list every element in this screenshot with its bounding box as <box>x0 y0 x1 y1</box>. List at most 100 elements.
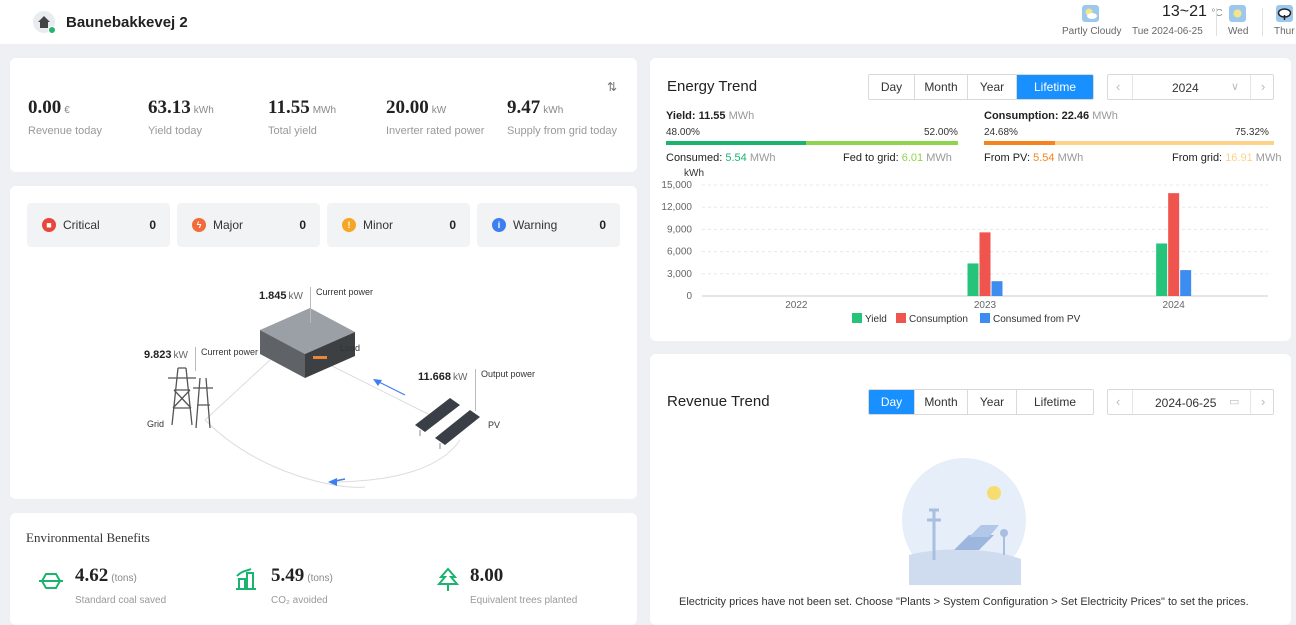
revenue-trend-tabs: Day Month Year Lifetime <box>868 389 1094 415</box>
energy-trend-tabs: Day Month Year Lifetime <box>868 74 1094 100</box>
kpi-total-yield: 11.55 MWh Total yield <box>268 97 337 137</box>
yield-consumed-bar <box>666 141 806 145</box>
co2-avoided-value: 5.49 (tons) <box>271 565 333 586</box>
weather-date: Tue 2024-06-25 <box>1132 26 1203 37</box>
sunny-icon <box>1229 5 1246 22</box>
fed-to-grid-value: Fed to grid: 6.01 MWh <box>843 152 952 164</box>
plant-name[interactable]: Baunebakkevej 2 <box>66 14 188 31</box>
kpi-inverter-rated-power: 20.00 kW Inverter rated power <box>386 97 485 137</box>
status-dot <box>48 26 56 34</box>
year-picker[interactable]: ‹ 2024 ∨ › <box>1107 74 1274 100</box>
coal-icon <box>39 573 63 589</box>
from-grid-value: From grid: 16.91 MWh <box>1172 152 1282 164</box>
no-price-message: Electricity prices have not been set. Ch… <box>679 596 1249 608</box>
warning-icon: i <box>492 218 506 232</box>
load-power-label: Current power <box>310 287 373 323</box>
y-tick-label: 0 <box>686 291 692 302</box>
yield-total: Yield: 11.55 MWh <box>666 110 755 122</box>
tab-day[interactable]: Day <box>869 390 915 414</box>
consumption-pct-left: 24.68% <box>984 127 1018 138</box>
pv-node-label: PV <box>488 420 501 430</box>
trees-planted-label: Equivalent trees planted <box>470 595 578 606</box>
date-picker[interactable]: ‹ 2024-06-25 ▭ › <box>1107 389 1274 415</box>
from-pv-value: From PV: 5.54 MWh <box>984 152 1084 164</box>
tab-day[interactable]: Day <box>869 75 915 99</box>
tab-lifetime[interactable]: Lifetime <box>1017 75 1093 99</box>
prev-icon[interactable]: ‹ <box>1116 79 1120 94</box>
y-tick-label: 12,000 <box>661 202 692 213</box>
yield-pct-right: 52.00% <box>924 127 958 138</box>
partly-cloudy-icon <box>1082 5 1099 22</box>
tab-month[interactable]: Month <box>915 75 968 99</box>
home-icon <box>33 11 56 34</box>
tab-year[interactable]: Year <box>968 390 1017 414</box>
top-bar: Baunebakkevej 2 Partly Cloudy 13~21 °C T… <box>0 0 1296 44</box>
legend-label: Yield <box>865 314 887 325</box>
energy-trend-chart: kWh15,000 12,000 9,000 6,000 3,000 0 2022 2023 2… <box>661 168 1268 325</box>
settings-sliders-icon[interactable]: ⇅ <box>607 80 617 94</box>
pv-power-label: Output power <box>475 369 535 411</box>
legend-label: Consumed from PV <box>993 314 1081 325</box>
environment-title: Environmental Benefits <box>26 530 150 545</box>
next-icon[interactable]: › <box>1261 394 1265 409</box>
legend-swatch <box>852 313 862 323</box>
bar-consumption <box>979 232 991 296</box>
weather-day-thur: Thur <box>1274 26 1295 37</box>
yield-pct-left: 48.00% <box>666 127 700 138</box>
grid-power-label: Current power <box>195 347 258 371</box>
chevron-down-icon: ∨ <box>1231 81 1240 93</box>
prev-icon[interactable]: ‹ <box>1116 394 1120 409</box>
y-axis-label: kWh <box>684 168 704 179</box>
rain-cloud-icon <box>1276 5 1293 22</box>
alarm-minor[interactable]: ! Minor 0 <box>327 203 470 247</box>
coal-saved-value: 4.62 (tons) <box>75 565 137 586</box>
divider <box>1262 8 1263 36</box>
y-tick-label: 9,000 <box>667 224 692 235</box>
alarm-critical[interactable]: ■ Critical 0 <box>27 203 170 247</box>
bar-consumed-from-pv <box>991 281 1003 296</box>
pv-panels <box>415 398 480 449</box>
minor-icon: ! <box>342 218 356 232</box>
tab-lifetime[interactable]: Lifetime <box>1017 390 1093 414</box>
critical-icon: ■ <box>42 218 56 232</box>
major-icon: ϟ <box>192 218 206 232</box>
co2-avoided-label: CO₂ avoided <box>271 595 328 606</box>
grid-power-value: 9.823 kW <box>144 349 188 361</box>
coal-saved-label: Standard coal saved <box>75 595 167 606</box>
kpi-supply-from-grid: 9.47 kWh Supply from grid today <box>507 97 618 137</box>
tab-year[interactable]: Year <box>968 75 1017 99</box>
alarm-major[interactable]: ϟ Major 0 <box>177 203 320 247</box>
y-tick-label: 3,000 <box>667 269 692 280</box>
bar-consumed-from-pv <box>1180 270 1192 296</box>
y-tick-label: 15,000 <box>661 180 692 191</box>
next-icon[interactable]: › <box>1261 79 1265 94</box>
legend-label: Consumption <box>909 314 968 325</box>
kpi-revenue-today: 0.00 € Revenue today <box>28 97 102 137</box>
trees-planted-value: 8.00 <box>470 565 504 586</box>
load-node-label: Load <box>340 343 361 353</box>
temperature: 13~21 °C <box>1162 3 1223 20</box>
pv-power-value: 11.668 kW <box>418 371 468 383</box>
weather-day-wed: Wed <box>1228 26 1249 37</box>
divider <box>1216 8 1217 36</box>
consumed-value: Consumed: 5.54 MWh <box>666 152 776 164</box>
x-tick-label: 2024 <box>1163 300 1186 311</box>
weather-condition: Partly Cloudy <box>1062 26 1122 37</box>
consumption-total: Consumption: 22.46 MWh <box>984 110 1118 122</box>
tree-icon <box>436 567 460 591</box>
consumption-grid-bar <box>1055 141 1274 145</box>
legend-swatch <box>980 313 990 323</box>
y-tick-label: 6,000 <box>667 247 692 258</box>
yield-fed-bar <box>806 141 958 145</box>
co2-icon <box>236 568 256 590</box>
calendar-icon[interactable]: ▭ <box>1229 395 1239 408</box>
bar-yield <box>967 263 979 296</box>
grid-node-label: Grid <box>147 419 165 429</box>
x-tick-label: 2022 <box>785 300 808 311</box>
energy-trend-title: Energy Trend <box>667 78 758 95</box>
tab-month[interactable]: Month <box>915 390 968 414</box>
legend-swatch <box>896 313 906 323</box>
revenue-trend-title: Revenue Trend <box>667 393 770 410</box>
alarm-warning[interactable]: i Warning 0 <box>477 203 620 247</box>
consumption-pct-right: 75.32% <box>1235 127 1269 138</box>
